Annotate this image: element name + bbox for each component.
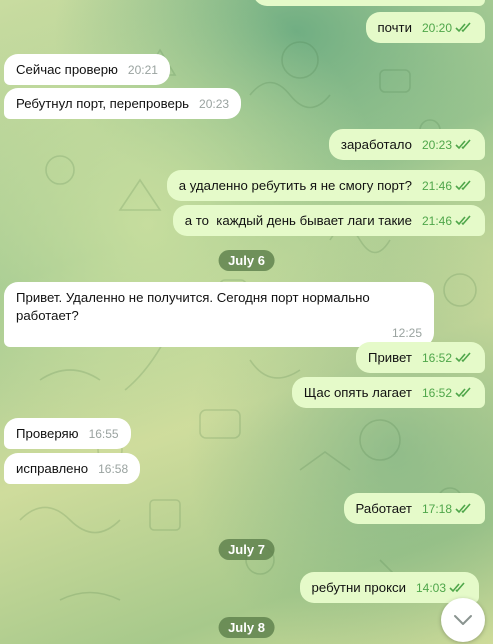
read-checkmarks-icon xyxy=(455,387,471,398)
chevron-down-icon xyxy=(454,615,472,625)
message-text: Проверяю xyxy=(16,426,79,441)
outgoing-message[interactable]: Щас опять лагает 16:52 xyxy=(291,377,485,409)
message-time: 20:20 xyxy=(421,21,452,35)
outgoing-message[interactable]: Работает 17:18 xyxy=(343,493,485,525)
message-time: 16:52 xyxy=(421,351,452,365)
outgoing-message[interactable]: ребутни прокси 14:03 xyxy=(299,572,479,604)
message-time: 21:46 xyxy=(421,179,452,193)
read-checkmarks-icon xyxy=(455,22,471,33)
read-checkmarks-icon xyxy=(449,582,465,593)
outgoing-message[interactable]: почти 20:20 xyxy=(365,12,485,44)
message-text: Сейчас проверю xyxy=(16,62,118,77)
message-text: Щас опять лагает xyxy=(303,385,412,400)
incoming-message[interactable]: Ребутнул порт, перепроверь 20:23 xyxy=(4,88,242,120)
message-text: почти xyxy=(377,20,412,35)
date-separator: July 8 xyxy=(218,617,275,638)
message-time: 21:46 xyxy=(421,214,452,228)
message-time: 16:55 xyxy=(88,427,119,441)
outgoing-message[interactable]: а то каждый день бывает лаги такие 21:46 xyxy=(172,205,485,237)
message-text: Ребутнул порт, перепроверь xyxy=(16,96,190,111)
message-time: 16:58 xyxy=(98,462,129,476)
incoming-message[interactable]: Проверяю 16:55 xyxy=(4,418,131,450)
incoming-message[interactable]: исправлено 16:58 xyxy=(4,453,141,485)
incoming-message[interactable]: Сейчас проверю 20:21 xyxy=(4,54,170,86)
message-time: 14:03 xyxy=(415,581,446,595)
message-time: 20:23 xyxy=(421,138,452,152)
message-time: 20:21 xyxy=(127,63,158,77)
message-text: Работает xyxy=(355,501,412,516)
message-text: заработало xyxy=(340,137,412,152)
message-time: 17:18 xyxy=(421,502,452,516)
outgoing-message[interactable]: а удаленно ребутить я не смогу порт? 21:4… xyxy=(166,170,485,202)
read-checkmarks-icon xyxy=(455,180,471,191)
incoming-message[interactable]: Привет. Удаленно не получится. Сегодня п… xyxy=(4,282,434,348)
message-time: 12:25 xyxy=(391,325,422,340)
message-text: исправлено xyxy=(16,461,89,476)
scroll-to-bottom-button[interactable] xyxy=(441,598,485,642)
message-bubble-partial xyxy=(253,0,485,6)
date-separator: July 6 xyxy=(218,250,275,271)
message-time: 20:23 xyxy=(199,97,230,111)
message-text: а то каждый день бывает лаги такие xyxy=(184,213,412,228)
message-text: а удаленно ребутить я не смогу порт? xyxy=(178,178,412,193)
read-checkmarks-icon xyxy=(455,503,471,514)
message-text: Привет xyxy=(367,350,412,365)
outgoing-message[interactable]: заработало 20:23 xyxy=(328,129,485,161)
message-text: ребутни прокси xyxy=(311,580,406,595)
read-checkmarks-icon xyxy=(455,139,471,150)
message-time: 16:52 xyxy=(421,386,452,400)
message-text: Привет. Удаленно не получится. Сегодня п… xyxy=(16,290,370,324)
date-separator: July 7 xyxy=(218,539,275,560)
read-checkmarks-icon xyxy=(455,215,471,226)
outgoing-message[interactable]: Привет 16:52 xyxy=(355,342,485,374)
read-checkmarks-icon xyxy=(455,352,471,363)
